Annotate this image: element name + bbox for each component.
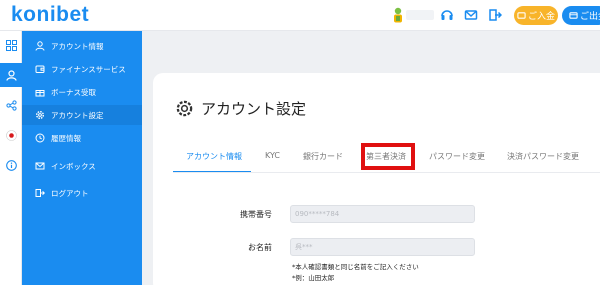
sidebar-item-account-info[interactable]: アカウント情報 — [22, 36, 142, 56]
tab-kyc[interactable]: KYC — [265, 151, 280, 160]
phone-field[interactable]: 090*****784 — [290, 205, 475, 223]
rail-info[interactable] — [0, 153, 22, 177]
page-title: アカウント設定 — [201, 100, 307, 118]
deposit-button[interactable]: ご入金 — [514, 6, 558, 25]
rail-account[interactable] — [0, 63, 22, 87]
app-root: konibet ご入金 ご出金 — [0, 0, 600, 285]
sidebar-item-label: インボックス — [51, 161, 96, 171]
tabs-divider — [173, 172, 600, 173]
phone-label: 携帯番号 — [240, 210, 272, 219]
gear-icon — [176, 100, 193, 117]
deposit-label: ご入金 — [527, 12, 555, 22]
nav-rail — [0, 31, 22, 285]
rail-share[interactable] — [0, 93, 22, 117]
tab-account-info[interactable]: アカウント情報 — [186, 151, 242, 162]
sidebar-item-history[interactable]: 履歴情報 — [22, 128, 142, 148]
history-icon — [34, 133, 45, 144]
withdraw-label: ご出金 — [580, 12, 600, 22]
gear-icon — [34, 110, 45, 121]
name-value: 呉*** — [295, 243, 313, 251]
username-blur — [406, 10, 434, 20]
mail-icon[interactable] — [464, 8, 478, 22]
info-icon — [5, 159, 17, 171]
grid-icon — [5, 39, 17, 51]
tab-password-change[interactable]: パスワード変更 — [429, 151, 485, 162]
tab-bank-card[interactable]: 銀行カード — [303, 151, 343, 162]
sidebar-item-account-settings[interactable]: アカウント設定 — [22, 105, 142, 125]
sidebar-item-logout[interactable]: ログアウト — [22, 183, 142, 203]
wallet-icon — [34, 64, 45, 75]
sidebar-item-bonus[interactable]: ボーナス受取 — [22, 82, 142, 102]
sidebar-item-label: アカウント情報 — [51, 41, 104, 51]
logout-icon — [34, 188, 45, 199]
user-icon — [34, 41, 45, 52]
sidebar-item-label: ボーナス受取 — [51, 87, 96, 97]
top-header: konibet ご入金 ご出金 — [0, 0, 600, 31]
share-icon — [5, 99, 17, 111]
name-label: お名前 — [248, 243, 272, 252]
sidebar-item-finance[interactable]: ファイナンスサービス — [22, 59, 142, 79]
name-field[interactable]: 呉*** — [290, 238, 475, 256]
japan-flag-icon — [5, 129, 17, 141]
sidebar-item-label: アカウント設定 — [51, 110, 104, 120]
rail-language[interactable] — [0, 123, 22, 147]
logo[interactable]: konibet — [11, 3, 89, 27]
headset-icon[interactable] — [440, 8, 454, 22]
name-example: *例：山田太郎 — [292, 274, 335, 282]
sidebar-item-inbox[interactable]: インボックス — [22, 156, 142, 176]
sidebar-item-label: 履歴情報 — [51, 133, 81, 143]
sidebar: アカウント情報 ファイナンスサービス ボーナス受取 アカウント設定 履歴情報 イ… — [22, 31, 142, 285]
withdraw-button[interactable]: ご出金 — [562, 6, 600, 25]
gift-icon — [34, 87, 45, 98]
phone-value: 090*****784 — [295, 210, 340, 218]
logout-icon[interactable] — [488, 8, 502, 22]
rail-home[interactable] — [0, 33, 22, 57]
sidebar-item-label: ファイナンスサービス — [51, 64, 126, 74]
page-header: アカウント設定 — [175, 98, 306, 119]
name-note: *本人確認書類と同じ名前をご記入ください — [292, 263, 419, 271]
card-icon — [569, 12, 578, 19]
avatar-icon[interactable] — [392, 7, 404, 23]
mail-icon — [34, 161, 45, 172]
user-icon — [5, 69, 17, 81]
tab-payment-password-change[interactable]: 決済パスワード変更 — [507, 151, 579, 162]
wallet-icon — [517, 12, 526, 19]
highlight-box — [361, 143, 415, 170]
sidebar-item-label: ログアウト — [51, 188, 89, 198]
